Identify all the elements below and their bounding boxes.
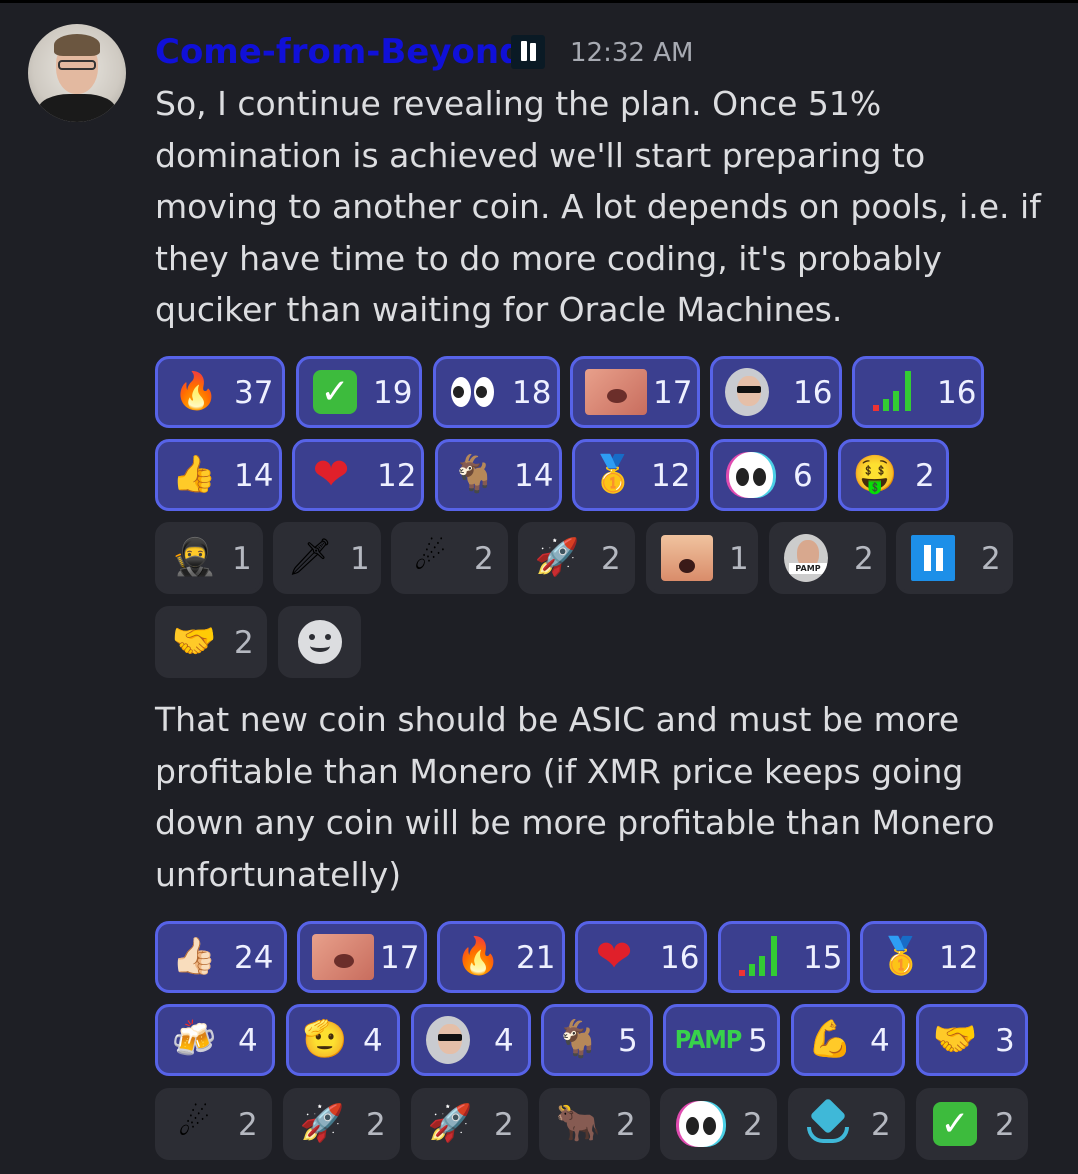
rocket-icon: 🚀 (299, 1103, 345, 1144)
reaction-meme-face[interactable]: 17 (297, 921, 427, 993)
reaction-chart-up[interactable]: 15 (718, 921, 850, 993)
meme-face-icon (312, 934, 374, 980)
author-name[interactable]: Come-from-Beyond (155, 30, 523, 74)
medal-icon: 🥇 (878, 936, 924, 977)
qubic-badge-icon[interactable] (511, 35, 545, 69)
reaction-heart[interactable]: ❤ 12 (292, 439, 424, 511)
timestamp: 12:32 AM (570, 38, 694, 68)
reaction-goat[interactable]: 🐐 5 (541, 1004, 653, 1076)
meme-face-icon (585, 369, 647, 415)
chart-up-icon (737, 935, 781, 979)
reaction-comet[interactable]: ☄ 2 (155, 1088, 272, 1160)
message-text: That new coin should be ASIC and must be… (155, 694, 1045, 900)
thumbs-up-icon: 👍 (171, 454, 217, 495)
reaction-flexed-biceps[interactable]: 💪 4 (791, 1004, 905, 1076)
reaction-pamp-man[interactable]: PAMP 2 (769, 522, 886, 594)
reaction-alien[interactable]: 6 (710, 439, 827, 511)
fire-icon: 🔥 (455, 936, 501, 977)
reaction-sunglasses-man[interactable]: 16 (710, 356, 842, 428)
heart-icon: ❤ (595, 931, 633, 982)
eyes-icon (450, 370, 494, 414)
goat-icon: 🐐 (451, 454, 497, 495)
reaction-rocket[interactable]: 🚀 2 (283, 1088, 400, 1160)
add-reaction-icon (298, 620, 342, 664)
reaction-beers[interactable]: 🍻 4 (155, 1004, 275, 1076)
reaction-check[interactable]: ✓ 19 (296, 356, 422, 428)
pamp-text-icon: PAMP (674, 1025, 742, 1054)
alien-icon (729, 452, 773, 498)
reaction-comet[interactable]: ☄ 2 (391, 522, 508, 594)
reaction-rocket[interactable]: 🚀 2 (411, 1088, 528, 1160)
reaction-goat[interactable]: 🐐 14 (435, 439, 562, 511)
heart-icon: ❤ (312, 449, 350, 500)
ninja-icon: 🥷 (171, 537, 217, 578)
avatar[interactable] (28, 24, 126, 122)
reaction-salute[interactable]: 🫡 4 (286, 1004, 400, 1076)
reaction-thumbs-up[interactable]: 👍 14 (155, 439, 282, 511)
reaction-money-face[interactable]: 🤑 2 (838, 439, 949, 511)
reaction-qubic[interactable]: 2 (896, 522, 1013, 594)
chart-up-icon (871, 370, 915, 414)
check-icon: ✓ (933, 1102, 977, 1146)
fire-icon: 🔥 (173, 371, 219, 412)
sunglasses-man-icon (426, 1016, 470, 1064)
reaction-hands-shield[interactable]: 2 (788, 1088, 905, 1160)
message-paragraph: So, I continue revealing the plan. Once … (155, 84, 1041, 329)
alien-icon (679, 1101, 723, 1147)
qubic-icon (911, 535, 955, 581)
message-paragraph: That new coin should be ASIC and must be… (155, 700, 995, 894)
beers-icon: 🍻 (171, 1019, 217, 1060)
reaction-medal[interactable]: 🥇 12 (572, 439, 699, 511)
reaction-medal[interactable]: 🥇 12 (860, 921, 987, 993)
bull-icon: 🐂 (555, 1103, 601, 1144)
goat-icon: 🐐 (555, 1019, 601, 1060)
flexed-biceps-icon: 💪 (807, 1019, 853, 1060)
top-edge (0, 0, 1078, 3)
comet-icon: ☄ (177, 1103, 211, 1144)
reaction-check[interactable]: ✓ 2 (916, 1088, 1028, 1160)
shouting-face-icon (661, 535, 713, 581)
reaction-fire[interactable]: 🔥 37 (155, 356, 285, 428)
reaction-sunglasses-man[interactable]: 4 (411, 1004, 531, 1076)
reaction-pamp-text[interactable]: PAMP 5 (663, 1004, 780, 1076)
reaction-bull[interactable]: 🐂 2 (539, 1088, 650, 1160)
reaction-handshake[interactable]: 🤝 2 (155, 606, 267, 678)
reaction-rocket[interactable]: 🚀 2 (518, 522, 635, 594)
handshake-icon: 🤝 (932, 1019, 978, 1060)
sunglasses-man-icon (725, 368, 769, 416)
money-face-icon: 🤑 (852, 454, 898, 495)
reaction-thumbs-up-light[interactable]: 👍🏻 24 (155, 921, 287, 993)
reaction-fire[interactable]: 🔥 21 (437, 921, 565, 993)
thumbs-up-light-icon: 👍🏻 (171, 936, 217, 977)
check-icon: ✓ (313, 370, 357, 414)
dagger-icon: 🗡 (287, 537, 333, 578)
pamp-man-icon: PAMP (784, 534, 828, 582)
reaction-meme-face[interactable]: 17 (570, 356, 700, 428)
comet-icon: ☄ (413, 537, 447, 578)
reaction-ninja[interactable]: 🥷 1 (155, 522, 263, 594)
reaction-chart-up[interactable]: 16 (852, 356, 984, 428)
message-text: So, I continue revealing the plan. Once … (155, 78, 1045, 336)
add-reaction-button[interactable] (278, 606, 361, 678)
reaction-alien[interactable]: 2 (660, 1088, 777, 1160)
rocket-icon: 🚀 (534, 537, 580, 578)
reaction-handshake[interactable]: 🤝 3 (916, 1004, 1028, 1076)
reaction-eyes[interactable]: 18 (433, 356, 560, 428)
salute-icon: 🫡 (302, 1019, 348, 1060)
handshake-icon: 🤝 (171, 621, 217, 662)
reaction-shouting-face[interactable]: 1 (646, 522, 758, 594)
rocket-icon: 🚀 (427, 1103, 473, 1144)
reaction-heart[interactable]: ❤ 16 (575, 921, 707, 993)
hands-shield-icon (805, 1102, 849, 1146)
reaction-dagger[interactable]: 🗡 1 (273, 522, 381, 594)
medal-icon: 🥇 (590, 454, 636, 495)
